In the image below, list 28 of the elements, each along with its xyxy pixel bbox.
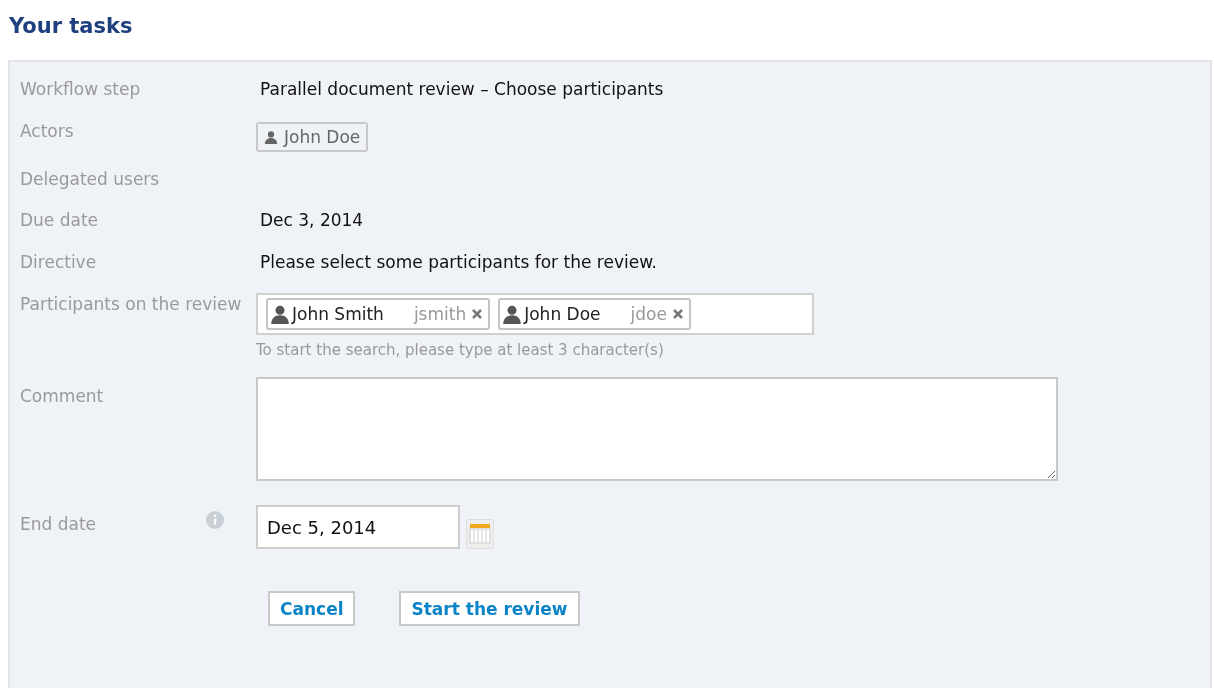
user-icon <box>264 130 278 144</box>
user-tag: John Doe <box>256 122 369 152</box>
field-label: Delegated users <box>20 168 161 191</box>
remove-icon[interactable] <box>672 309 683 319</box>
participant-name: John Doe <box>524 304 601 324</box>
participant-username: jsmith <box>413 304 467 324</box>
field-value: Parallel document review – Choose participants <box>260 78 664 101</box>
field-label: Workflow step <box>20 78 142 101</box>
remove-icon[interactable] <box>472 309 483 319</box>
field-label: Due date <box>20 209 100 232</box>
end-date-field[interactable]: Dec 5, 2014 <box>256 505 460 549</box>
participant-name: John Smith <box>292 304 384 324</box>
field-value: Dec 3, 2014 <box>260 209 364 232</box>
field-label: Actors <box>20 120 75 143</box>
info-icon <box>206 511 224 529</box>
start-review-button[interactable]: Start the review <box>399 591 580 626</box>
user-icon <box>502 304 523 324</box>
field-label: End date <box>20 513 97 536</box>
participant-username: jdoe <box>630 304 667 324</box>
field-label: Directive <box>20 251 98 274</box>
participants-field[interactable]: John Smith jsmith John Doe jdoe <box>256 293 814 335</box>
cancel-button[interactable]: Cancel <box>268 591 356 626</box>
field-label: Comment <box>20 385 105 408</box>
page-title: Your tasks <box>9 14 134 40</box>
help-text: To start the search, please type at least 3 character(s) <box>256 341 665 359</box>
field-value: Please select some participants for the review. <box>260 251 657 274</box>
comment-field[interactable] <box>256 377 1058 481</box>
user-icon <box>270 304 290 324</box>
